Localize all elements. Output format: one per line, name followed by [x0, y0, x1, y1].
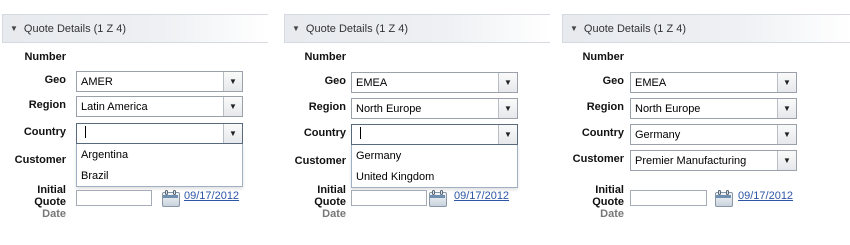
list-item[interactable]: Argentina [77, 144, 242, 165]
geo-label: Geo [602, 75, 624, 87]
list-item[interactable]: United Kingdom [352, 166, 517, 187]
country-label: Country [581, 127, 624, 139]
chevron-down-icon[interactable]: ▼ [777, 73, 796, 92]
region-label: Region [308, 101, 346, 113]
customer-label: Customer [572, 153, 624, 165]
country-value[interactable] [77, 126, 223, 141]
chevron-down-icon[interactable]: ▼ [777, 125, 796, 144]
geo-value: EMEA [635, 76, 667, 89]
customer-label: Customer [14, 154, 66, 166]
country-value[interactable] [352, 127, 498, 142]
quote-details-panel-1: ▼ Quote Details (1 Z 4) Number Geo AMER … [2, 14, 268, 245]
chevron-down-icon[interactable]: ▼ [223, 124, 242, 143]
chevron-down-icon[interactable]: ▼ [777, 151, 796, 170]
initial-quote-date-input[interactable] [630, 190, 707, 206]
customer-select[interactable]: Premier Manufacturing ▼ [630, 150, 797, 171]
region-select[interactable]: Latin America ▼ [76, 96, 243, 117]
region-select[interactable]: North Europe ▼ [630, 98, 797, 119]
country-dropdown-list: Argentina Brazil [76, 144, 243, 187]
region-value: North Europe [635, 102, 701, 115]
quote-details-panel-2: ▼ Quote Details (1 Z 4) Number Geo EMEA … [284, 14, 550, 245]
initial-quote-date-label: Initial Quote Date [592, 184, 624, 220]
calendar-icon[interactable] [713, 190, 735, 208]
date-link[interactable]: 09/17/2012 [738, 190, 793, 202]
country-select[interactable]: ▼ [76, 123, 243, 144]
date-link[interactable]: 09/17/2012 [454, 190, 509, 202]
country-dropdown-list: Germany United Kingdom [351, 145, 518, 188]
date-link[interactable]: 09/17/2012 [184, 190, 239, 202]
panel-title: Quote Details (1 Z 4) [305, 22, 409, 35]
country-select[interactable]: Germany ▼ [630, 124, 797, 145]
region-label: Region [586, 101, 624, 113]
panel-header[interactable]: ▼ Quote Details (1 Z 4) [562, 14, 850, 43]
region-select[interactable]: North Europe ▼ [351, 98, 518, 119]
panel-title: Quote Details (1 Z 4) [583, 22, 687, 35]
country-select[interactable]: ▼ [351, 124, 518, 145]
geo-label: Geo [44, 74, 66, 86]
chevron-down-icon[interactable]: ▼ [498, 73, 517, 92]
geo-label: Geo [324, 75, 346, 87]
initial-quote-date-input[interactable] [76, 190, 152, 206]
list-item[interactable]: Germany [352, 145, 517, 166]
number-label: Number [24, 51, 66, 63]
chevron-down-icon[interactable]: ▼ [498, 125, 517, 144]
country-label: Country [23, 126, 66, 138]
geo-select[interactable]: EMEA ▼ [351, 72, 518, 93]
region-value: Latin America [81, 100, 148, 113]
calendar-icon[interactable] [160, 190, 182, 208]
triangle-down-icon: ▼ [10, 24, 18, 33]
chevron-down-icon[interactable]: ▼ [223, 97, 242, 116]
panel-header[interactable]: ▼ Quote Details (1 Z 4) [284, 14, 550, 43]
customer-value: Premier Manufacturing [635, 154, 747, 167]
region-label: Region [28, 99, 66, 111]
customer-label: Customer [294, 155, 346, 167]
country-value: Germany [635, 128, 681, 141]
panel-header[interactable]: ▼ Quote Details (1 Z 4) [2, 14, 268, 43]
country-label: Country [303, 127, 346, 139]
initial-quote-date-input[interactable] [351, 190, 427, 206]
triangle-down-icon: ▼ [292, 24, 300, 33]
triangle-down-icon: ▼ [570, 24, 578, 33]
initial-quote-date-label: Initial Quote Date [314, 184, 346, 220]
number-label: Number [304, 51, 346, 63]
number-label: Number [582, 51, 624, 63]
region-value: North Europe [356, 102, 422, 115]
initial-quote-date-label: Initial Quote Date [34, 184, 66, 220]
geo-select[interactable]: AMER ▼ [76, 71, 243, 92]
quote-details-panel-3: ▼ Quote Details (1 Z 4) Number Geo EMEA … [562, 14, 850, 245]
geo-value: AMER [81, 75, 113, 88]
list-item[interactable]: Brazil [77, 165, 242, 186]
geo-select[interactable]: EMEA ▼ [630, 72, 797, 93]
chevron-down-icon[interactable]: ▼ [777, 99, 796, 118]
geo-value: EMEA [356, 76, 388, 89]
calendar-icon[interactable] [427, 190, 449, 208]
panel-title: Quote Details (1 Z 4) [23, 22, 127, 35]
chevron-down-icon[interactable]: ▼ [498, 99, 517, 118]
chevron-down-icon[interactable]: ▼ [223, 72, 242, 91]
